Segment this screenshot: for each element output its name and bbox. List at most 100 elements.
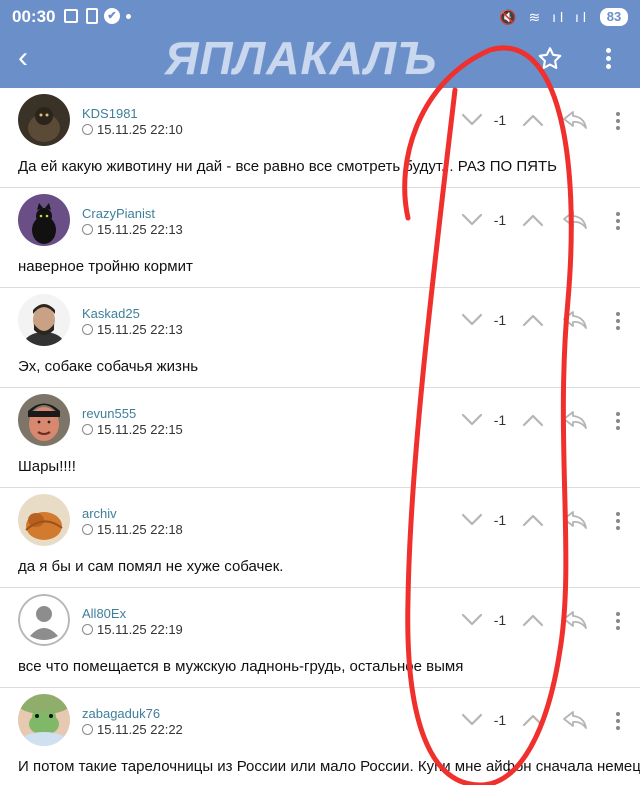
comment-text: да я бы и сам помял не хуже собачек. bbox=[18, 558, 284, 575]
reply-icon bbox=[562, 311, 588, 334]
overflow-menu-button[interactable] bbox=[600, 45, 616, 73]
more-vertical-icon bbox=[605, 48, 611, 53]
comment-time-text: 15.11.25 22:13 bbox=[97, 322, 183, 337]
reply-icon bbox=[562, 211, 588, 234]
reply-button[interactable] bbox=[562, 310, 588, 330]
comment-username[interactable]: CrazyPianist bbox=[82, 206, 155, 221]
chevron-left-icon: ‹ bbox=[18, 41, 28, 74]
vote-down-button[interactable] bbox=[461, 713, 483, 727]
comment-username[interactable]: Kaskad25 bbox=[82, 306, 140, 321]
vote-down-button[interactable] bbox=[461, 113, 483, 127]
avatar[interactable] bbox=[18, 694, 70, 746]
back-button[interactable]: ‹ bbox=[18, 41, 48, 74]
vote-up-button[interactable] bbox=[522, 613, 544, 627]
comment-more-button[interactable] bbox=[614, 210, 622, 232]
status-bar: 00:30 ✔ 🔇 ≋ ıl ıl 83 bbox=[0, 0, 640, 34]
comment-rating: -1 bbox=[493, 312, 507, 328]
chevron-down-icon bbox=[461, 713, 483, 731]
comment-time-text: 15.11.25 22:10 bbox=[97, 122, 183, 137]
comment-more-button[interactable] bbox=[614, 310, 622, 332]
comment-rating: -1 bbox=[493, 212, 507, 228]
comment-rating: -1 bbox=[493, 112, 507, 128]
favorite-button[interactable] bbox=[536, 45, 564, 73]
vote-up-button[interactable] bbox=[522, 313, 544, 327]
more-vertical-icon bbox=[616, 712, 620, 716]
more-vertical-icon bbox=[616, 512, 620, 516]
screenshot-icon bbox=[64, 9, 78, 23]
comment-text: Шары!!!! bbox=[18, 458, 76, 475]
avatar[interactable] bbox=[18, 294, 70, 346]
comment-text: наверное тройню кормит bbox=[18, 258, 193, 275]
vote-down-button[interactable] bbox=[461, 613, 483, 627]
vote-up-button[interactable] bbox=[522, 213, 544, 227]
comment-username[interactable]: All80Ex bbox=[82, 606, 126, 621]
clock-icon bbox=[82, 424, 93, 435]
comment-timestamp: 15.11.25 22:22 bbox=[82, 722, 183, 737]
avatar[interactable] bbox=[18, 394, 70, 446]
comment-username[interactable]: revun555 bbox=[82, 406, 136, 421]
comment-item: zabagaduk76 15.11.25 22:22 -1 И потом такие… bbox=[0, 688, 640, 785]
chevron-down-icon bbox=[461, 413, 483, 431]
vote-up-button[interactable] bbox=[522, 713, 544, 727]
reply-button[interactable] bbox=[562, 110, 588, 130]
vote-up-button[interactable] bbox=[522, 113, 544, 127]
clock-icon bbox=[82, 624, 93, 635]
reply-icon bbox=[562, 711, 588, 734]
comment-more-button[interactable] bbox=[614, 510, 622, 532]
chevron-up-icon bbox=[522, 614, 544, 631]
avatar[interactable] bbox=[18, 494, 70, 546]
comment-more-button[interactable] bbox=[614, 410, 622, 432]
reply-icon bbox=[562, 111, 588, 134]
more-vertical-icon bbox=[616, 212, 620, 216]
chevron-up-icon bbox=[522, 414, 544, 431]
avatar[interactable] bbox=[18, 94, 70, 146]
comment-time-text: 15.11.25 22:13 bbox=[97, 222, 183, 237]
chevron-down-icon bbox=[461, 513, 483, 531]
comment-username[interactable]: zabagaduk76 bbox=[82, 706, 160, 721]
comment-more-button[interactable] bbox=[614, 610, 622, 632]
comment-item: CrazyPianist 15.11.25 22:13 -1 наверное тро… bbox=[0, 188, 640, 288]
vote-up-button[interactable] bbox=[522, 513, 544, 527]
comment-timestamp: 15.11.25 22:13 bbox=[82, 322, 183, 337]
reply-button[interactable] bbox=[562, 510, 588, 530]
comment-item: revun555 15.11.25 22:15 -1 Шары!!!! bbox=[0, 388, 640, 488]
comment-timestamp: 15.11.25 22:10 bbox=[82, 122, 183, 137]
comment-timestamp: 15.11.25 22:18 bbox=[82, 522, 183, 537]
comment-time-text: 15.11.25 22:22 bbox=[97, 722, 183, 737]
comment-timestamp: 15.11.25 22:19 bbox=[82, 622, 183, 637]
vote-down-button[interactable] bbox=[461, 413, 483, 427]
battery-indicator: 83 bbox=[600, 8, 628, 26]
clock-icon bbox=[82, 124, 93, 135]
comments-list: KDS1981 15.11.25 22:10 -1 Да ей какую живот… bbox=[0, 88, 640, 785]
reply-button[interactable] bbox=[562, 610, 588, 630]
comment-more-button[interactable] bbox=[614, 110, 622, 132]
comment-username[interactable]: KDS1981 bbox=[82, 106, 138, 121]
vote-up-button[interactable] bbox=[522, 413, 544, 427]
chevron-up-icon bbox=[522, 514, 544, 531]
comment-item: KDS1981 15.11.25 22:10 -1 Да ей какую живот… bbox=[0, 88, 640, 188]
chevron-up-icon bbox=[522, 114, 544, 131]
comment-item: archiv 15.11.25 22:18 -1 да я бы и сам помя… bbox=[0, 488, 640, 588]
vote-down-button[interactable] bbox=[461, 213, 483, 227]
comment-text: все что помещается в мужскую ладнонь-гру… bbox=[18, 658, 464, 675]
comment-username[interactable]: archiv bbox=[82, 506, 117, 521]
vote-down-button[interactable] bbox=[461, 513, 483, 527]
comment-more-button[interactable] bbox=[614, 710, 622, 732]
chevron-down-icon bbox=[461, 213, 483, 231]
document-icon bbox=[86, 8, 98, 24]
app-header: 00:30 ✔ 🔇 ≋ ıl ıl 83 ‹ ЯПЛАКАЛЪ bbox=[0, 0, 640, 88]
reply-button[interactable] bbox=[562, 410, 588, 430]
chevron-up-icon bbox=[522, 214, 544, 231]
star-icon bbox=[538, 47, 562, 70]
reply-button[interactable] bbox=[562, 210, 588, 230]
avatar[interactable] bbox=[18, 194, 70, 246]
comment-time-text: 15.11.25 22:15 bbox=[97, 422, 183, 437]
vote-down-button[interactable] bbox=[461, 313, 483, 327]
comment-rating: -1 bbox=[493, 412, 507, 428]
more-vertical-icon bbox=[616, 312, 620, 316]
reply-button[interactable] bbox=[562, 710, 588, 730]
signal-icons: 🔇 ≋ ıl ıl bbox=[499, 9, 590, 25]
avatar[interactable] bbox=[18, 594, 70, 646]
status-time: 00:30 bbox=[12, 7, 56, 26]
chevron-down-icon bbox=[461, 613, 483, 631]
